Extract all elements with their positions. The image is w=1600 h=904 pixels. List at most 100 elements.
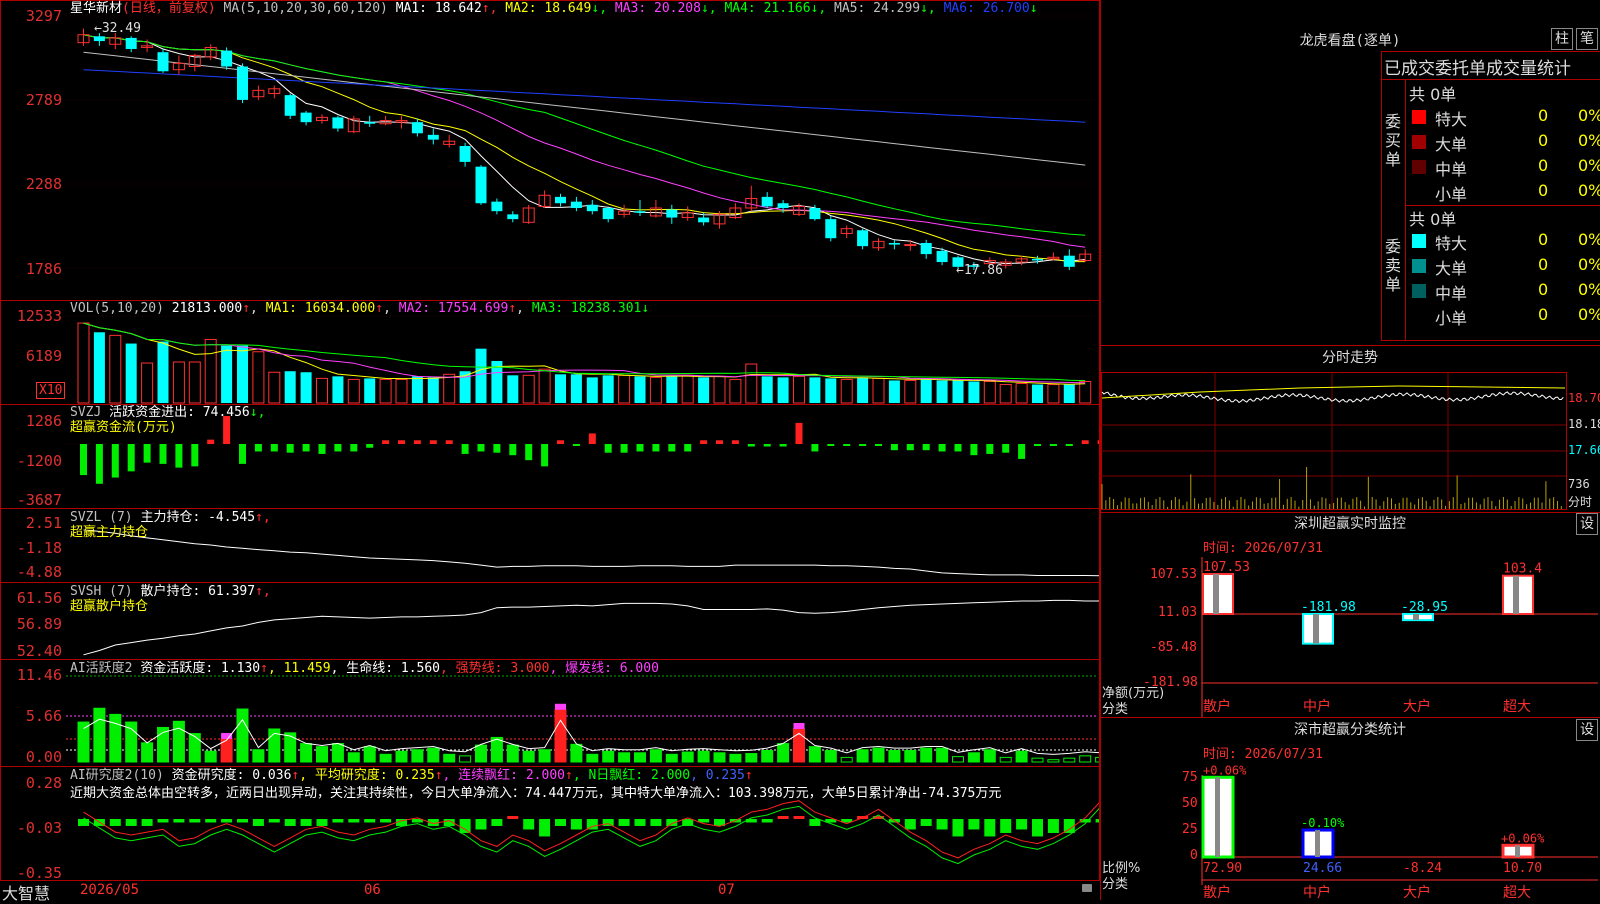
candle-body: [586, 204, 598, 212]
date-label-1: 06: [364, 882, 381, 898]
vol-ma2-arrow-icon: ↑: [508, 301, 517, 316]
candle-body: [237, 66, 248, 100]
sell-total: 共 0单: [1409, 210, 1457, 229]
candle-body: [475, 166, 487, 204]
order-count: 0: [1538, 230, 1549, 249]
lhb-title: 龙虎看盘(逐单): [1299, 33, 1401, 49]
candle-body: [570, 201, 582, 208]
svzl-header: SVZL (7) 主力持仓: -4.545↑,: [70, 510, 271, 526]
vol-title: VOL(5,10,20): [70, 301, 164, 316]
sm-ylabel-3: 0: [1190, 848, 1198, 863]
vol-ma1: MA1: 16034.000: [265, 301, 376, 316]
order-percent: 0%: [1578, 181, 1600, 200]
date-label-0: 2026/05: [80, 882, 140, 898]
ai1-seg4: , 强势线: 3.000: [440, 661, 550, 676]
ai1-seg1: 资金活跃度: 1.130: [140, 661, 261, 676]
lock-icon[interactable]: [1082, 884, 1092, 892]
color-swatch: [1412, 259, 1426, 273]
candle-body: [300, 112, 312, 123]
color-swatch: [1412, 309, 1426, 323]
ai2-ylabel-0: 0.28: [25, 774, 62, 792]
sz-settings-button[interactable]: 设: [1576, 513, 1598, 535]
order-percent: 0%: [1578, 255, 1600, 274]
ai1-ylabel-1: 5.66: [25, 707, 62, 725]
ai1-ylabel-2: 0.00: [25, 748, 62, 766]
intraday-price-0: 18.70: [1568, 391, 1600, 405]
ai2-seg1: 资金研究度: 0.036: [171, 768, 292, 783]
svzj-ylabel-2: -3687: [16, 491, 62, 509]
buy-side-char-1: 买: [1385, 131, 1402, 150]
buy-side-char-2: 单: [1385, 150, 1402, 169]
order-size-label: 大单: [1435, 259, 1468, 278]
buy-total: 共 0单: [1409, 85, 1457, 104]
buy-side-char-0: 委: [1385, 112, 1402, 131]
sm-time: 时间: 2026/07/31: [1203, 747, 1323, 762]
sell-side-char-1: 卖: [1385, 256, 1402, 275]
ai2-ylabel-1: -0.03: [16, 819, 62, 837]
stats-divider-top: [1381, 79, 1600, 80]
sell-side-char-0: 委: [1385, 237, 1402, 256]
svsh-ylabel-0: 61.56: [16, 589, 62, 607]
order-size-label: 小单: [1435, 185, 1468, 204]
order-size-label: 小单: [1435, 309, 1468, 328]
svzj-ylabel-0: 1286: [25, 412, 62, 430]
svzl-sub: 超赢主力持仓: [70, 525, 149, 540]
sm-ylabel-0: 75: [1182, 770, 1198, 785]
bar-mode-button[interactable]: 柱: [1551, 28, 1573, 50]
candle-body: [904, 244, 917, 247]
vol-up-icon: ↑: [242, 301, 251, 316]
candle-body: [634, 211, 646, 213]
ai2-commentary: 近期大资金总体由空转多，近两日出现异动，关注其持续性，今日大单净流入：74.44…: [70, 786, 1002, 801]
order-percent: 0%: [1578, 230, 1600, 249]
sz-ylabel-2: -85.48: [1150, 640, 1197, 655]
candle-body: [936, 250, 948, 263]
candle-body: [888, 242, 900, 245]
sm-settings-button[interactable]: 设: [1576, 719, 1598, 741]
vol-header: VOL(5,10,20) 21813.000↑, MA1: 16034.000↑…: [70, 301, 650, 316]
candle-body: [507, 214, 519, 220]
order-count: 0: [1538, 156, 1549, 175]
sz-ylabel-0: 107.53: [1150, 567, 1197, 582]
color-swatch: [1412, 135, 1426, 149]
ai1-ylabel-0: 11.46: [16, 666, 62, 684]
candle-body: [427, 134, 439, 140]
candle-body: [761, 196, 773, 207]
sell-side-char-2: 单: [1385, 275, 1402, 294]
ai1-seg2: , 11.459: [267, 661, 331, 676]
candle-body: [698, 217, 710, 223]
candle-body: [93, 36, 105, 42]
ma-line-4: [83, 34, 1086, 236]
svsh-value: 散户持仓: 61.397: [140, 584, 256, 599]
vol-ma3: MA3: 18238.301: [531, 301, 642, 316]
sm-axis-title-2: 分类: [1102, 877, 1129, 892]
svzl-ylabel-0: 2.51: [25, 514, 62, 532]
bottom-axis: [0, 880, 1100, 901]
tick-mode-button[interactable]: 笔: [1576, 28, 1598, 50]
intraday-vol-label: 736: [1568, 477, 1590, 491]
intraday-title: 分时走势: [1322, 350, 1378, 366]
candle-body: [459, 146, 471, 162]
svzj-sub: 超赢资金流(万元): [70, 420, 177, 435]
brand-logo[interactable]: 大智慧: [2, 880, 50, 904]
svsh-title: SVSH (7): [70, 584, 133, 599]
order-count: 0: [1538, 280, 1549, 299]
ai1-seg5: , 爆发线: 6.000: [549, 661, 659, 676]
candle-body: [1063, 255, 1075, 267]
ai2-header: AI研究度2(10) 资金研究度: 0.036↑, 平均研究度: 0.235↑,…: [70, 768, 753, 784]
order-count: 0: [1538, 181, 1549, 200]
svzl-ylabel-2: -4.88: [16, 563, 62, 581]
svsh-ylabel-2: 52.40: [16, 642, 62, 660]
ma-line-6: [83, 69, 1086, 123]
svsh-sub: 超赢散户持仓: [70, 599, 149, 614]
svzl-title: SVZL (7): [70, 510, 133, 525]
svzj-header: SVZJ 活跃资金进出: 74.456↓,: [70, 405, 265, 421]
candle-body: [125, 37, 137, 50]
candle-body: [666, 209, 678, 218]
intraday-unit: 分时: [1568, 495, 1593, 509]
svzl-ylabel-1: -1.18: [16, 539, 62, 557]
order-count: 0: [1538, 255, 1549, 274]
intraday-price-2: 17.66: [1568, 443, 1600, 457]
intraday-chart-frame[interactable]: [1101, 372, 1567, 510]
ma-line-3: [83, 34, 1086, 248]
vol-ma2: MA2: 17554.699: [398, 301, 509, 316]
